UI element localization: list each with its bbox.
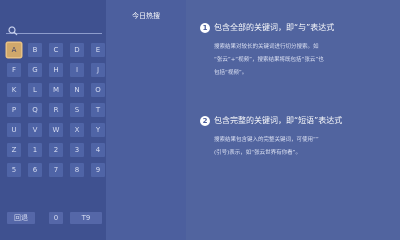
tip-line: 包括“视频”。 xyxy=(214,70,248,76)
key-5[interactable]: 5 xyxy=(7,163,21,177)
key-0[interactable]: 0 xyxy=(49,212,63,224)
key-q[interactable]: Q xyxy=(28,103,42,117)
key-s[interactable]: S xyxy=(70,103,84,117)
key-i[interactable]: I xyxy=(70,63,84,77)
key-g[interactable]: G xyxy=(28,63,42,77)
key-c[interactable]: C xyxy=(49,43,63,57)
key-r[interactable]: R xyxy=(49,103,63,117)
tip-line: (引号)表示，如“张云世界有你看”。 xyxy=(214,150,301,156)
search-tip-2: 2 包含完整的关键词，即“短语”表达式 搜索结果包含键入的完整关键词，可使用“”… xyxy=(200,115,396,160)
key-t[interactable]: T xyxy=(91,103,105,117)
key-h[interactable]: H xyxy=(49,63,63,77)
key-d[interactable]: D xyxy=(70,43,84,57)
letter-keyboard: ABCDE FGHIJ KLMNO PQRST UVWXY Z1234 56789 xyxy=(7,43,105,177)
tip-line: 搜索结果包含键入的完整关键词，可使用“” xyxy=(214,137,319,143)
hot-search-panel xyxy=(106,0,186,240)
key-u[interactable]: U xyxy=(7,123,21,137)
key-z[interactable]: Z xyxy=(7,143,21,157)
key-n[interactable]: N xyxy=(70,83,84,97)
key-1[interactable]: 1 xyxy=(28,143,42,157)
search-input[interactable] xyxy=(6,20,102,36)
tip-number-badge: 2 xyxy=(200,115,210,126)
key-4[interactable]: 4 xyxy=(91,143,105,157)
key-p[interactable]: P xyxy=(7,103,21,117)
back-button[interactable]: 回退 xyxy=(7,212,35,224)
search-tip-1: 1 包含全部的关键词，即“与”表达式 搜索结果对较长的关键词进行切分搜索。如 “… xyxy=(200,22,396,80)
key-v[interactable]: V xyxy=(28,123,42,137)
key-9[interactable]: 9 xyxy=(91,163,105,177)
key-k[interactable]: K xyxy=(7,83,21,97)
key-8[interactable]: 8 xyxy=(70,163,84,177)
key-f[interactable]: F xyxy=(7,63,21,77)
key-6[interactable]: 6 xyxy=(28,163,42,177)
key-m[interactable]: M xyxy=(49,83,63,97)
key-2[interactable]: 2 xyxy=(49,143,63,157)
key-a[interactable]: A xyxy=(7,43,21,57)
key-l[interactable]: L xyxy=(28,83,42,97)
key-b[interactable]: B xyxy=(28,43,42,57)
key-o[interactable]: O xyxy=(91,83,105,97)
tip-heading: 包含全部的关键词，即“与”表达式 xyxy=(214,23,335,32)
key-w[interactable]: W xyxy=(49,123,63,137)
tip-line: “张云”+“视频”，搜索结果将既包括“张云”也 xyxy=(214,57,324,63)
key-y[interactable]: Y xyxy=(91,123,105,137)
key-x[interactable]: X xyxy=(70,123,84,137)
tip-heading: 包含完整的关键词，即“短语”表达式 xyxy=(214,116,343,125)
tip-line: 搜索结果对较长的关键词进行切分搜索。如 xyxy=(214,44,319,50)
tip-number-badge: 1 xyxy=(200,22,210,33)
hot-search-title: 今日热搜 xyxy=(132,12,160,20)
key-7[interactable]: 7 xyxy=(49,163,63,177)
search-icon xyxy=(8,21,18,36)
key-e[interactable]: E xyxy=(91,43,105,57)
t9-button[interactable]: T9 xyxy=(70,212,102,224)
key-j[interactable]: J xyxy=(91,63,105,77)
key-3[interactable]: 3 xyxy=(70,143,84,157)
